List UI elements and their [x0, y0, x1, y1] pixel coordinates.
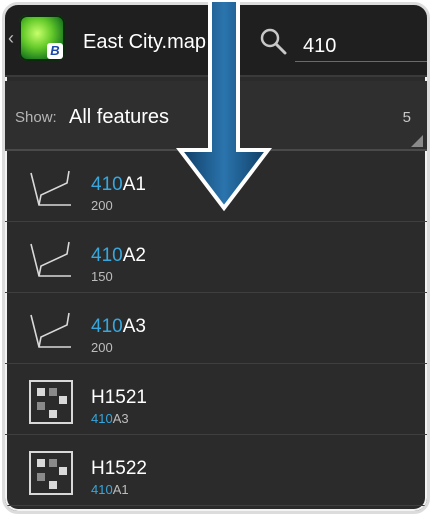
result-subtitle: 200 [91, 340, 113, 355]
result-title: 410A2 [91, 245, 146, 266]
result-row[interactable]: H1521 410A3 [5, 364, 427, 435]
search-input[interactable] [295, 31, 427, 62]
result-row[interactable]: H1522 410A1 [5, 435, 427, 506]
app-logo-icon[interactable]: B [19, 15, 65, 61]
down-arrow-overlay-icon [176, 0, 272, 212]
result-subtitle: 150 [91, 269, 113, 284]
result-subtitle: 410A3 [91, 411, 129, 426]
area-feature-icon [29, 451, 73, 495]
result-row[interactable]: 410A2 150 [5, 222, 427, 293]
result-count: 5 [402, 109, 411, 126]
result-subtitle: 410A1 [91, 482, 129, 497]
result-row[interactable]: 410A3 200 [5, 293, 427, 364]
app-badge-icon: B [47, 43, 63, 59]
filter-label: Show: [15, 109, 57, 126]
line-feature-icon [30, 241, 71, 277]
line-feature-icon [30, 170, 71, 206]
result-subtitle: 200 [91, 198, 113, 213]
result-title: H1521 [91, 387, 147, 408]
dropdown-corner-icon [411, 135, 423, 147]
area-feature-icon [29, 380, 73, 424]
result-title: H1522 [91, 458, 147, 479]
filter-value: All features [69, 106, 170, 128]
result-title: 410A3 [91, 316, 146, 337]
result-title: 410A1 [91, 174, 146, 195]
line-feature-icon [30, 312, 71, 348]
back-caret-icon[interactable]: ‹ [8, 29, 14, 47]
